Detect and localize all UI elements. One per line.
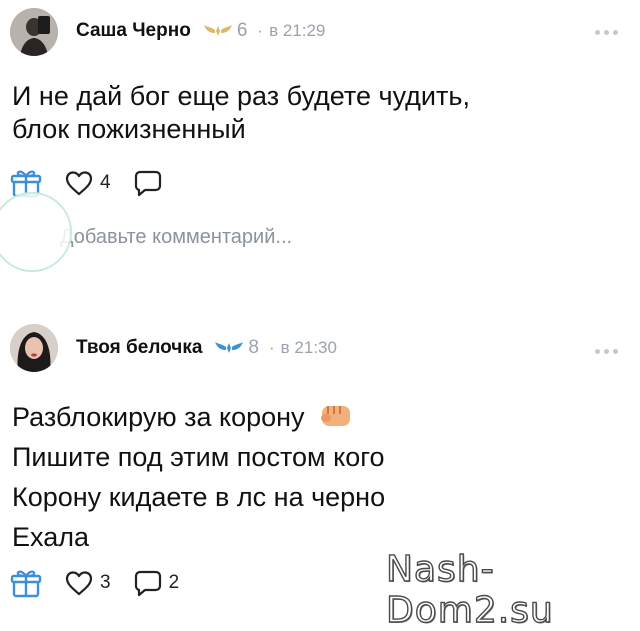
post-text: И не дай бог еще раз будете чудить, блок… <box>12 80 620 146</box>
fist-emoji-icon <box>321 406 351 426</box>
post-time-text: в 21:30 <box>280 338 337 357</box>
more-options-icon[interactable] <box>595 30 618 35</box>
post-time-text: в 21:29 <box>269 21 326 40</box>
post-text-line: И не дай бог еще раз будете чудить, <box>12 81 470 111</box>
post-text-line: Корону кидаете в лс на черно <box>12 482 386 512</box>
comment-count: 2 <box>168 572 180 593</box>
author-name[interactable]: Твоя белочка <box>76 337 202 359</box>
post-actions: 3 2 <box>10 568 201 598</box>
post-text-line: Пишите под этим постом кого <box>12 442 385 472</box>
like-button[interactable]: 3 <box>64 569 111 597</box>
post-text-line: блок пожизненный <box>12 114 246 144</box>
level-badge[interactable]: 8 <box>214 337 259 359</box>
level-badge[interactable]: 6 <box>203 20 248 42</box>
gift-button[interactable] <box>10 568 42 598</box>
post-header: Твоя белочка 8 · в 21:30 <box>76 333 337 363</box>
avatar-photo-icon <box>10 324 58 372</box>
avatar-photo-icon <box>10 8 58 56</box>
wings-badge-icon <box>215 342 244 353</box>
touch-indicator <box>0 192 72 272</box>
wings-badge-icon <box>203 25 232 36</box>
post-time: · в 21:29 <box>257 21 326 40</box>
comment-area <box>0 188 380 272</box>
like-count: 3 <box>100 572 111 593</box>
avatar[interactable] <box>10 324 58 372</box>
post-text-line: Разблокирую за корону <box>12 397 620 437</box>
post-text: Разблокирую за корону Пишите под этим по… <box>12 397 620 557</box>
comment-input[interactable] <box>60 224 360 250</box>
heart-icon <box>65 571 93 596</box>
post-text-line-content: Разблокирую за корону <box>12 402 305 432</box>
level-number: 8 <box>248 337 259 358</box>
author-name[interactable]: Саша Черно <box>76 20 191 42</box>
level-number: 6 <box>236 20 248 41</box>
more-options-icon[interactable] <box>595 349 618 354</box>
comment-button[interactable]: 2 <box>133 568 180 598</box>
comment-bubble-icon <box>134 570 161 597</box>
post-time: · в 21:30 <box>268 338 337 357</box>
gift-icon <box>10 570 42 598</box>
avatar[interactable] <box>10 8 58 56</box>
post-1: Саша Черно 6 · в 21:29 И не дай бог еще р… <box>0 0 640 290</box>
post-header: Саша Черно 6 · в 21:29 <box>76 16 325 46</box>
site-watermark: Nash-Dom2.su <box>385 548 554 631</box>
